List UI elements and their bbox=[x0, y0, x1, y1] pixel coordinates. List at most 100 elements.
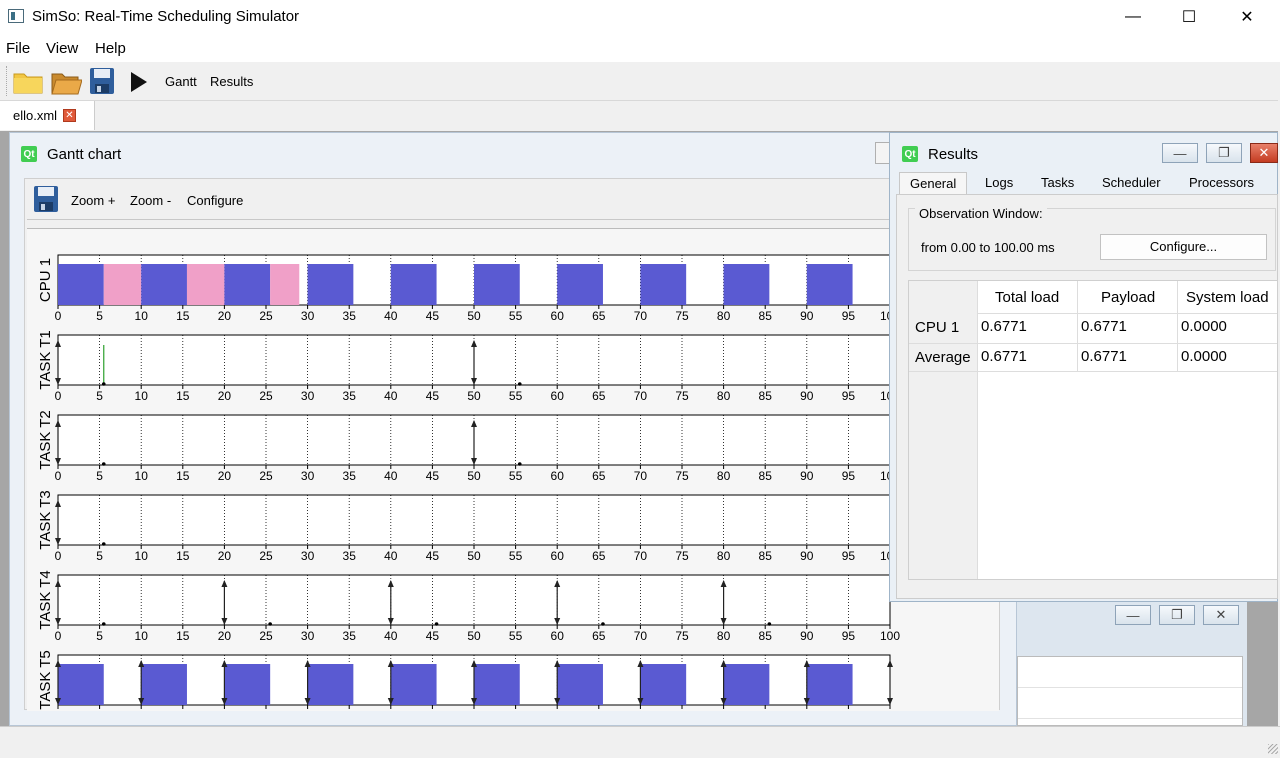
tab-general[interactable]: General bbox=[899, 172, 968, 195]
cell-average-payload[interactable]: 0.6771 bbox=[1081, 348, 1127, 365]
gantt-tick-label: 40 bbox=[384, 469, 398, 483]
gantt-deadline-dot bbox=[767, 622, 772, 626]
gantt-job-block bbox=[806, 264, 853, 305]
gantt-tick-label: 95 bbox=[842, 389, 856, 403]
gantt-tick-label: 95 bbox=[842, 309, 856, 323]
gantt-tick-label: 100 bbox=[880, 629, 900, 643]
tab-close-icon[interactable]: ✕ bbox=[63, 109, 76, 122]
gantt-row-label: TASK T5 bbox=[37, 650, 54, 709]
cell-cpu1-system[interactable]: 0.0000 bbox=[1181, 318, 1227, 335]
gantt-tick-label: 70 bbox=[634, 549, 648, 563]
gantt-tick-label: 5 bbox=[96, 309, 103, 323]
configure-button[interactable]: Configure bbox=[187, 193, 243, 208]
gantt-tick-label: 0 bbox=[55, 709, 62, 710]
row-name-average: Average bbox=[915, 349, 971, 366]
gantt-deadline-dot bbox=[434, 622, 439, 626]
gantt-job-block bbox=[186, 264, 225, 305]
gantt-tick-label: 50 bbox=[467, 709, 481, 710]
save-icon[interactable] bbox=[88, 66, 116, 96]
gantt-job-block bbox=[557, 264, 603, 305]
gantt-tick-label: 5 bbox=[96, 629, 103, 643]
gantt-job-block bbox=[224, 664, 271, 705]
gantt-job-block bbox=[307, 664, 354, 705]
gantt-tick-label: 65 bbox=[592, 549, 606, 563]
zoom-out-button[interactable]: Zoom - bbox=[130, 193, 171, 208]
gantt-deadline-dot bbox=[101, 382, 106, 386]
tab-file[interactable]: ello.xml ✕ bbox=[0, 101, 95, 130]
menu-help[interactable]: Help bbox=[95, 40, 126, 57]
gantt-tick-label: 80 bbox=[717, 389, 731, 403]
gantt-tick-label: 75 bbox=[675, 629, 689, 643]
gantt-window-title: Gantt chart bbox=[47, 146, 122, 163]
tab-tasks[interactable]: Tasks bbox=[1031, 172, 1084, 194]
column-payload[interactable]: Payload bbox=[1101, 289, 1155, 306]
minimize-icon[interactable]: — bbox=[1110, 0, 1156, 34]
gantt-tick-label: 70 bbox=[634, 469, 648, 483]
gantt-button[interactable]: Gantt bbox=[165, 74, 197, 89]
gantt-tick-label: 65 bbox=[592, 389, 606, 403]
gantt-tick-label: 30 bbox=[301, 469, 315, 483]
gantt-tick-label: 15 bbox=[176, 389, 190, 403]
results-close-icon[interactable]: ✕ bbox=[1250, 143, 1278, 163]
gantt-tick-label: 85 bbox=[759, 389, 773, 403]
gantt-row-label: TASK T1 bbox=[37, 330, 54, 389]
cell-average-system[interactable]: 0.0000 bbox=[1181, 348, 1227, 365]
gantt-tick-label: 90 bbox=[800, 549, 814, 563]
cell-cpu1-total[interactable]: 0.6771 bbox=[981, 318, 1027, 335]
observation-configure-button[interactable]: Configure... bbox=[1100, 234, 1267, 260]
tab-processors[interactable]: Processors bbox=[1179, 172, 1264, 194]
resize-grip[interactable] bbox=[1268, 744, 1278, 754]
results-button[interactable]: Results bbox=[210, 74, 253, 89]
gantt-job-block bbox=[224, 264, 271, 305]
gantt-job-block bbox=[723, 264, 770, 305]
cell-average-total[interactable]: 0.6771 bbox=[981, 348, 1027, 365]
gantt-tick-label: 35 bbox=[343, 549, 357, 563]
column-system-load[interactable]: System load bbox=[1186, 289, 1269, 306]
run-icon[interactable] bbox=[128, 70, 150, 94]
tab-logs[interactable]: Logs bbox=[975, 172, 1023, 194]
gantt-tick-label: 55 bbox=[509, 389, 523, 403]
gantt-tick-label: 65 bbox=[592, 309, 606, 323]
observation-window-label: Observation Window: bbox=[915, 206, 1047, 221]
gantt-deadline-dot bbox=[517, 382, 522, 386]
menu-view[interactable]: View bbox=[46, 40, 78, 57]
back-minimize-icon[interactable]: — bbox=[1115, 605, 1151, 625]
gantt-tick-label: 60 bbox=[551, 629, 565, 643]
window-title: SimSo: Real-Time Scheduling Simulator bbox=[32, 8, 300, 25]
gantt-tick-label: 90 bbox=[800, 389, 814, 403]
results-restore-icon[interactable]: ❐ bbox=[1206, 143, 1242, 163]
gantt-tick-label: 85 bbox=[759, 629, 773, 643]
zoom-in-button[interactable]: Zoom + bbox=[71, 193, 115, 208]
gantt-job-block bbox=[141, 664, 187, 705]
back-restore-icon[interactable]: ❐ bbox=[1159, 605, 1195, 625]
gantt-job-block bbox=[390, 264, 437, 305]
gantt-tick-label: 5 bbox=[96, 709, 103, 710]
cell-cpu1-payload[interactable]: 0.6771 bbox=[1081, 318, 1127, 335]
gantt-tick-label: 75 bbox=[675, 309, 689, 323]
results-minimize-icon[interactable]: — bbox=[1162, 143, 1198, 163]
gantt-tick-label: 10 bbox=[135, 629, 149, 643]
menu-file[interactable]: File bbox=[6, 40, 30, 57]
gantt-tick-label: 30 bbox=[301, 629, 315, 643]
gantt-tick-label: 90 bbox=[800, 709, 814, 710]
menu-bar bbox=[0, 34, 1280, 62]
gantt-tick-label: 0 bbox=[55, 629, 62, 643]
column-total-load[interactable]: Total load bbox=[995, 289, 1059, 306]
new-folder-icon[interactable] bbox=[12, 66, 44, 96]
maximize-icon[interactable]: ☐ bbox=[1166, 0, 1212, 34]
gantt-save-icon[interactable] bbox=[32, 184, 60, 214]
gantt-tick-label: 85 bbox=[759, 469, 773, 483]
gantt-job-block bbox=[58, 264, 104, 305]
tab-scheduler[interactable]: Scheduler bbox=[1092, 172, 1171, 194]
gantt-tick-label: 55 bbox=[509, 629, 523, 643]
background-list bbox=[1017, 656, 1243, 726]
open-folder-icon[interactable] bbox=[50, 66, 82, 96]
gantt-job-block bbox=[307, 264, 354, 305]
back-close-icon[interactable]: ✕ bbox=[1203, 605, 1239, 625]
gantt-job-block bbox=[557, 664, 603, 705]
gantt-tick-label: 45 bbox=[426, 469, 440, 483]
gantt-tick-label: 25 bbox=[259, 389, 273, 403]
close-icon[interactable]: ✕ bbox=[1224, 0, 1270, 34]
gantt-tick-label: 25 bbox=[259, 709, 273, 710]
gantt-job-block bbox=[474, 264, 520, 305]
